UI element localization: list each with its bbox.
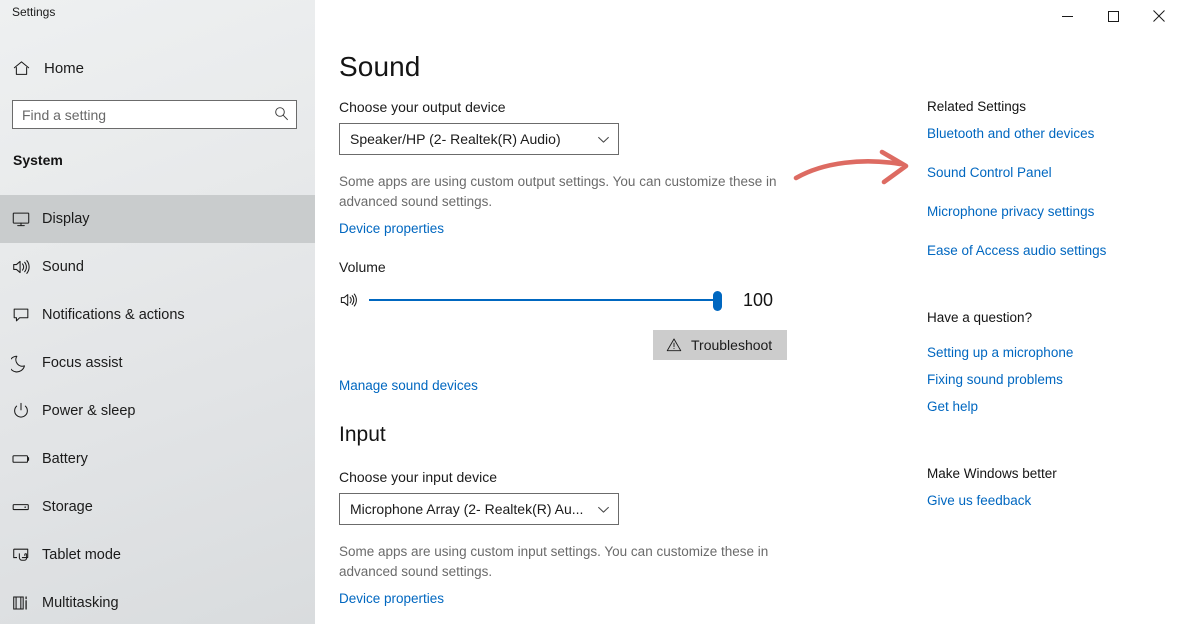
sidebar-item-label: Power & sleep xyxy=(42,403,136,419)
related-settings-heading: Related Settings xyxy=(927,99,1026,114)
input-device-label: Choose your input device xyxy=(339,469,497,485)
input-device-value: Microphone Array (2- Realtek(R) Au... xyxy=(350,501,597,517)
warning-triangle-icon xyxy=(666,337,682,353)
input-custom-settings-note: Some apps are using custom input setting… xyxy=(339,542,789,582)
speaker-icon xyxy=(0,257,42,277)
speaker-volume-icon[interactable] xyxy=(339,290,369,310)
link-setting-up-a-microphone[interactable]: Setting up a microphone xyxy=(927,345,1073,360)
close-button[interactable] xyxy=(1136,0,1182,32)
input-device-select[interactable]: Microphone Array (2- Realtek(R) Au... xyxy=(339,493,619,525)
sidebar-item-power-sleep[interactable]: Power & sleep xyxy=(0,387,315,435)
search-icon xyxy=(274,106,289,124)
link-bluetooth-and-other-devices[interactable]: Bluetooth and other devices xyxy=(927,126,1094,141)
settings-window: Settings xyxy=(0,0,1182,624)
make-windows-better-heading: Make Windows better xyxy=(927,466,1057,481)
input-section-title: Input xyxy=(339,423,386,447)
sidebar-item-battery[interactable]: Battery xyxy=(0,435,315,483)
monitor-icon xyxy=(0,209,42,229)
sidebar-item-label: Display xyxy=(42,211,90,227)
sidebar-item-label: Battery xyxy=(42,451,88,467)
output-device-value: Speaker/HP (2- Realtek(R) Audio) xyxy=(350,131,597,147)
link-microphone-privacy-settings[interactable]: Microphone privacy settings xyxy=(927,204,1094,219)
window-controls xyxy=(1044,0,1182,32)
sidebar-item-label: Tablet mode xyxy=(42,547,121,563)
sidebar-item-focus-assist[interactable]: Focus assist xyxy=(0,339,315,387)
sidebar-item-home[interactable]: Home xyxy=(0,52,315,84)
tablet-mode-icon xyxy=(0,545,42,565)
search-input[interactable] xyxy=(13,101,266,128)
moon-icon xyxy=(0,353,42,373)
storage-icon xyxy=(0,497,42,517)
home-icon xyxy=(0,59,42,78)
window-title: Settings xyxy=(12,5,55,19)
sidebar-item-display[interactable]: Display xyxy=(0,195,315,243)
volume-slider-fill xyxy=(369,299,717,301)
link-ease-of-access-audio-settings[interactable]: Ease of Access audio settings xyxy=(927,243,1106,258)
troubleshoot-button[interactable]: Troubleshoot xyxy=(653,330,787,360)
search-button[interactable] xyxy=(266,101,296,128)
main-content: Sound Choose your output device Speaker/… xyxy=(315,0,1182,624)
sidebar-item-tablet-mode[interactable]: Tablet mode xyxy=(0,531,315,579)
link-get-help[interactable]: Get help xyxy=(927,399,978,414)
volume-slider-thumb[interactable] xyxy=(713,291,722,311)
sidebar-item-sound[interactable]: Sound xyxy=(0,243,315,291)
sidebar: Home System xyxy=(0,0,315,624)
output-device-label: Choose your output device xyxy=(339,99,506,115)
chevron-down-icon xyxy=(597,133,610,146)
sidebar-item-label: Sound xyxy=(42,259,84,275)
troubleshoot-button-label: Troubleshoot xyxy=(691,337,772,353)
sidebar-item-label: Multitasking xyxy=(42,595,119,611)
volume-label: Volume xyxy=(339,259,386,275)
sidebar-item-multitasking[interactable]: Multitasking xyxy=(0,579,315,624)
battery-icon xyxy=(0,449,42,469)
link-sound-control-panel[interactable]: Sound Control Panel xyxy=(927,165,1052,180)
related-settings-panel: Related Settings Bluetooth and other dev… xyxy=(927,0,1182,624)
volume-slider[interactable] xyxy=(369,288,717,312)
search-box[interactable] xyxy=(12,100,297,129)
input-device-properties-link[interactable]: Device properties xyxy=(339,591,444,606)
minimize-button[interactable] xyxy=(1044,0,1090,32)
sidebar-item-label: Notifications & actions xyxy=(42,307,185,323)
sidebar-item-storage[interactable]: Storage xyxy=(0,483,315,531)
multitasking-icon xyxy=(0,593,42,613)
link-fixing-sound-problems[interactable]: Fixing sound problems xyxy=(927,372,1063,387)
sidebar-item-label: Focus assist xyxy=(42,355,123,371)
maximize-button[interactable] xyxy=(1090,0,1136,32)
output-device-properties-link[interactable]: Device properties xyxy=(339,221,444,236)
close-icon xyxy=(1153,10,1165,22)
link-give-us-feedback[interactable]: Give us feedback xyxy=(927,493,1031,508)
sidebar-home-label: Home xyxy=(44,60,84,77)
sidebar-item-label: Storage xyxy=(42,499,93,515)
sidebar-nav-list: Display Sound xyxy=(0,195,315,624)
notification-icon xyxy=(0,305,42,325)
minimize-icon xyxy=(1062,11,1073,22)
volume-value: 100 xyxy=(743,290,773,311)
maximize-icon xyxy=(1108,11,1119,22)
output-custom-settings-note: Some apps are using custom output settin… xyxy=(339,172,779,212)
chevron-down-icon xyxy=(597,503,610,516)
page-title: Sound xyxy=(339,51,420,83)
have-a-question-heading: Have a question? xyxy=(927,310,1032,325)
manage-sound-devices-link[interactable]: Manage sound devices xyxy=(339,378,478,393)
power-icon xyxy=(0,401,42,421)
sidebar-item-notifications-actions[interactable]: Notifications & actions xyxy=(0,291,315,339)
sidebar-group-label: System xyxy=(13,152,63,168)
output-device-select[interactable]: Speaker/HP (2- Realtek(R) Audio) xyxy=(339,123,619,155)
volume-slider-row: 100 xyxy=(339,288,773,312)
